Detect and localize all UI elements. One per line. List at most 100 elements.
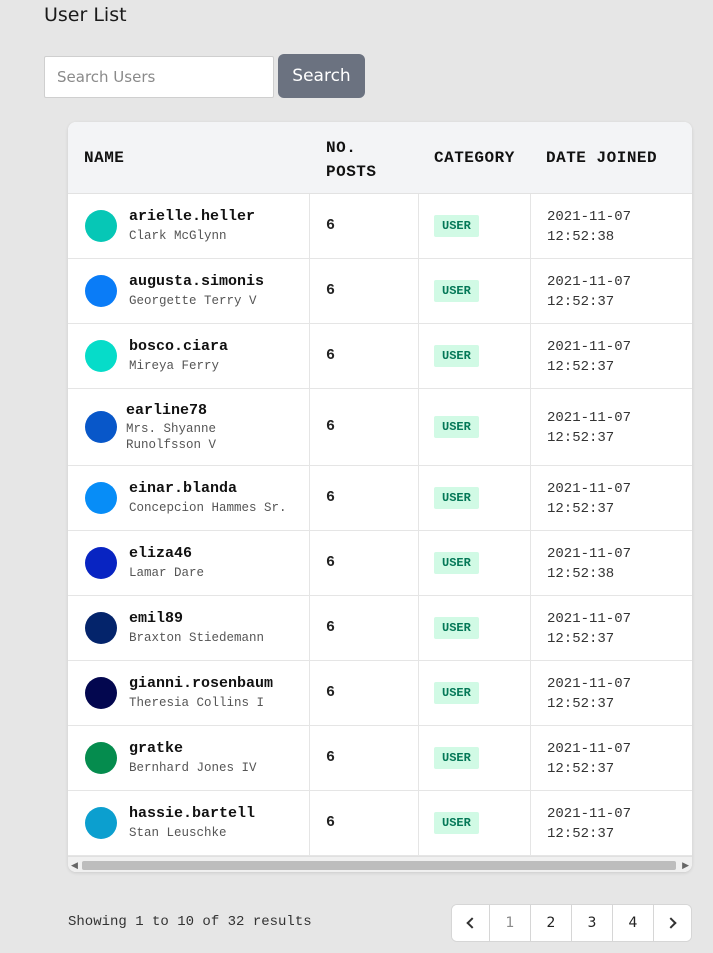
date-joined: 2021-11-07 12:52:37 bbox=[547, 804, 631, 844]
full-name: Clark McGlynn bbox=[129, 229, 227, 243]
next-page-button[interactable] bbox=[654, 905, 691, 941]
avatar bbox=[85, 807, 117, 839]
table-row[interactable]: hassie.bartell Stan Leuschke 6 USER 2021-11-… bbox=[68, 791, 692, 856]
date-joined-time: 12:52:37 bbox=[547, 826, 615, 842]
table-row[interactable]: arielle.heller Clark McGlynn 6 USER 2021-11-… bbox=[68, 194, 692, 259]
username: earline78 bbox=[126, 402, 208, 419]
table-row[interactable]: gianni.rosenbaum Theresia Collins I 6 USER 2… bbox=[68, 661, 692, 726]
chevron-left-icon bbox=[466, 917, 478, 929]
table-header: NAME NO. POSTS CATEGORY DATE JOINED bbox=[68, 122, 692, 194]
date-joined-time: 12:52:37 bbox=[547, 761, 615, 777]
horizontal-scrollbar[interactable]: ◀ ▶ bbox=[68, 856, 692, 872]
username: augusta.simonis bbox=[129, 273, 265, 290]
table-row[interactable]: eliza46 Lamar Dare 6 USER 2021-11-07 12:52:38 bbox=[68, 531, 692, 596]
username: eliza46 bbox=[129, 545, 193, 562]
date-joined-time: 12:52:37 bbox=[547, 359, 615, 375]
date-joined: 2021-11-07 12:52:37 bbox=[547, 609, 631, 649]
date-joined-time: 12:52:37 bbox=[547, 696, 615, 712]
category-badge: USER bbox=[434, 416, 479, 438]
table-row[interactable]: earline78 Mrs. Shyanne Runolfsson V 6 USER 2… bbox=[68, 389, 692, 466]
page-button-2[interactable]: 2 bbox=[531, 905, 572, 941]
date-joined-date: 2021-11-07 bbox=[547, 209, 632, 225]
category-badge: USER bbox=[434, 812, 479, 834]
full-name: Lamar Dare bbox=[129, 566, 205, 580]
category-badge: USER bbox=[434, 552, 479, 574]
username: bosco.ciara bbox=[129, 338, 229, 355]
column-header-posts-line2: POSTS bbox=[326, 163, 377, 181]
column-header-date: DATE JOINED bbox=[546, 149, 658, 167]
date-joined: 2021-11-07 12:52:37 bbox=[547, 272, 631, 312]
avatar bbox=[85, 340, 117, 372]
column-header-category: CATEGORY bbox=[434, 149, 515, 167]
date-joined-date: 2021-11-07 bbox=[547, 546, 632, 562]
page-button-1[interactable]: 1 bbox=[490, 905, 531, 941]
post-count: 6 bbox=[326, 684, 336, 701]
date-joined: 2021-11-07 12:52:37 bbox=[547, 674, 631, 714]
results-summary: Showing 1 to 10 of 32 results bbox=[68, 914, 312, 930]
avatar bbox=[85, 210, 117, 242]
date-joined-date: 2021-11-07 bbox=[547, 611, 632, 627]
date-joined-time: 12:52:37 bbox=[547, 430, 615, 446]
user-table: NAME NO. POSTS CATEGORY DATE JOINED arie… bbox=[68, 122, 692, 872]
date-joined-date: 2021-11-07 bbox=[547, 339, 632, 355]
table-row[interactable]: einar.blanda Concepcion Hammes Sr. 6 USER 20… bbox=[68, 466, 692, 531]
category-badge: USER bbox=[434, 345, 479, 367]
date-joined-date: 2021-11-07 bbox=[547, 741, 632, 757]
date-joined-time: 12:52:37 bbox=[547, 294, 615, 310]
full-name: Theresia Collins I bbox=[129, 696, 265, 710]
post-count: 6 bbox=[326, 619, 336, 636]
username: arielle.heller bbox=[129, 208, 256, 225]
page-title: User List bbox=[44, 4, 127, 26]
avatar bbox=[85, 482, 117, 514]
avatar bbox=[85, 411, 117, 443]
full-name: Braxton Stiedemann bbox=[129, 631, 265, 645]
category-badge: USER bbox=[434, 487, 479, 509]
full-name: Georgette Terry V bbox=[129, 294, 257, 308]
date-joined-date: 2021-11-07 bbox=[547, 676, 632, 692]
table-row[interactable]: gratke Bernhard Jones IV 6 USER 2021-11-07 12… bbox=[68, 726, 692, 791]
date-joined-date: 2021-11-07 bbox=[547, 274, 632, 290]
category-badge: USER bbox=[434, 215, 479, 237]
page-button-4[interactable]: 4 bbox=[613, 905, 654, 941]
post-count: 6 bbox=[326, 489, 336, 506]
avatar bbox=[85, 547, 117, 579]
pagination: 1 2 3 4 bbox=[451, 904, 692, 942]
full-name: Mrs. Shyanne Runolfsson V bbox=[126, 422, 217, 452]
category-badge: USER bbox=[434, 682, 479, 704]
table-row[interactable]: augusta.simonis Georgette Terry V 6 USER 202… bbox=[68, 259, 692, 324]
avatar bbox=[85, 677, 117, 709]
category-badge: USER bbox=[434, 617, 479, 639]
category-badge: USER bbox=[434, 747, 479, 769]
date-joined: 2021-11-07 12:52:37 bbox=[547, 479, 631, 519]
table-row[interactable]: bosco.ciara Mireya Ferry 6 USER 2021-11-07 12… bbox=[68, 324, 692, 389]
date-joined-date: 2021-11-07 bbox=[547, 481, 632, 497]
full-name: Stan Leuschke bbox=[129, 826, 227, 840]
date-joined-date: 2021-11-07 bbox=[547, 410, 632, 426]
search-button[interactable]: Search bbox=[278, 54, 365, 98]
avatar bbox=[85, 275, 117, 307]
category-badge: USER bbox=[434, 280, 479, 302]
full-name: Concepcion Hammes Sr. bbox=[129, 501, 287, 515]
date-joined-time: 12:52:37 bbox=[547, 501, 615, 517]
date-joined: 2021-11-07 12:52:37 bbox=[547, 408, 631, 448]
post-count: 6 bbox=[326, 217, 336, 234]
page-button-3[interactable]: 3 bbox=[572, 905, 613, 941]
scroll-right-arrow-icon[interactable]: ▶ bbox=[682, 860, 689, 870]
prev-page-button[interactable] bbox=[452, 905, 490, 941]
avatar bbox=[85, 742, 117, 774]
username: gianni.rosenbaum bbox=[129, 675, 274, 692]
full-name: Mireya Ferry bbox=[129, 359, 220, 373]
date-joined: 2021-11-07 12:52:38 bbox=[547, 544, 631, 584]
date-joined-time: 12:52:38 bbox=[547, 229, 615, 245]
date-joined: 2021-11-07 12:52:38 bbox=[547, 207, 631, 247]
search-input[interactable] bbox=[44, 56, 274, 98]
date-joined-time: 12:52:38 bbox=[547, 566, 615, 582]
post-count: 6 bbox=[326, 347, 336, 364]
scroll-left-arrow-icon[interactable]: ◀ bbox=[71, 860, 78, 870]
post-count: 6 bbox=[326, 749, 336, 766]
post-count: 6 bbox=[326, 418, 336, 435]
date-joined-time: 12:52:37 bbox=[547, 631, 615, 647]
table-row[interactable]: emil89 Braxton Stiedemann 6 USER 2021-11-07 1… bbox=[68, 596, 692, 661]
scrollbar-thumb[interactable] bbox=[82, 861, 676, 870]
post-count: 6 bbox=[326, 554, 336, 571]
